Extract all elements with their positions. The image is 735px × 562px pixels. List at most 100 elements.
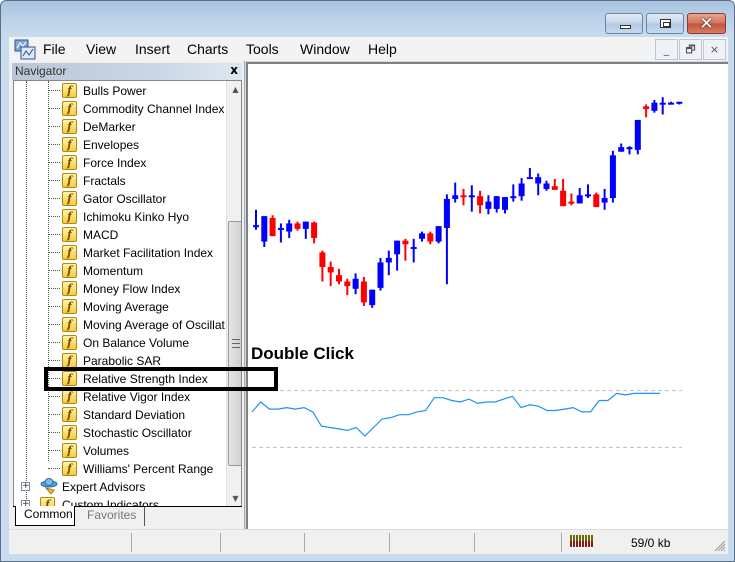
candle-body [626, 147, 633, 150]
navigator-scrollbar[interactable]: ▲ ▼ [226, 81, 241, 506]
indicator-item[interactable]: f Envelopes [14, 136, 224, 154]
indicator-item[interactable]: f Volumes [14, 442, 224, 460]
indicator-item[interactable]: f On Balance Volume [14, 334, 224, 352]
indicator-item[interactable]: f Moving Average [14, 298, 224, 316]
status-divider [304, 533, 305, 552]
tree-connector [48, 288, 60, 289]
candle-body [593, 194, 600, 208]
candle-body [269, 217, 276, 237]
tree-group-expert-advisors[interactable]: + Expert Advisors [14, 478, 224, 496]
maximize-button[interactable] [646, 13, 684, 34]
title-bar[interactable]: ✕ [1, 1, 734, 37]
indicator-item[interactable]: f Bulls Power [14, 82, 224, 100]
indicator-item[interactable]: f Force Index [14, 154, 224, 172]
candle-body [651, 102, 658, 111]
chart-window[interactable] [246, 62, 728, 529]
candle-body [618, 147, 625, 152]
candle-body [344, 281, 351, 287]
indicator-item[interactable]: f Gator Oscillator [14, 190, 224, 208]
minimize-icon: _ [663, 43, 670, 56]
candle-body [518, 183, 525, 197]
menu-file[interactable]: File [43, 41, 66, 57]
menu-charts[interactable]: Charts [187, 41, 228, 57]
indicator-function-icon: f [62, 263, 77, 278]
indicator-function-icon: f [62, 191, 77, 206]
candle-body [360, 281, 367, 303]
indicator-item[interactable]: f Stochastic Oscillator [14, 424, 224, 442]
navigator-title: Navigator [15, 64, 67, 78]
candle-body [452, 195, 459, 199]
candle-body [286, 223, 293, 232]
candle [311, 221, 318, 244]
indicator-item[interactable]: f Commodity Channel Index [14, 100, 224, 118]
menu-help[interactable]: Help [368, 41, 397, 57]
candle [443, 194, 450, 285]
candle-body [659, 102, 666, 105]
indicator-item[interactable]: f Fractals [14, 172, 224, 190]
tree-connector [48, 360, 60, 361]
tab-common[interactable]: Common [15, 506, 75, 526]
tab-favorites[interactable]: Favorites [79, 507, 146, 526]
scroll-up-icon[interactable]: ▲ [227, 81, 241, 98]
status-divider [220, 533, 221, 552]
expand-icon[interactable]: + [21, 482, 30, 491]
close-button[interactable]: ✕ [687, 13, 726, 34]
minimize-button[interactable] [605, 13, 643, 34]
indicator-item[interactable]: f Standard Deviation [14, 406, 224, 424]
indicator-item[interactable]: f Williams' Percent Range [14, 460, 224, 478]
indicator-label: On Balance Volume [83, 336, 190, 350]
candle-body [551, 186, 558, 190]
indicator-item[interactable]: f Moving Average of Oscillat [14, 316, 225, 334]
price-chart[interactable] [248, 64, 728, 529]
indicator-item[interactable]: f DeMarker [14, 118, 224, 136]
menu-tools[interactable]: Tools [246, 41, 279, 57]
candle-body [427, 233, 434, 242]
indicator-item[interactable]: f Money Flow Index [14, 280, 224, 298]
mdi-minimize-button[interactable]: _ [655, 39, 678, 60]
candle [294, 221, 301, 231]
indicator-label: Moving Average of Oscillat [83, 318, 225, 332]
navigator-close-button[interactable]: x [230, 63, 238, 77]
candle [568, 193, 575, 206]
terminal-window: ✕ File View Insert Charts Tools Window H… [0, 0, 735, 562]
candle-body [535, 177, 542, 184]
tree-connector [48, 306, 60, 307]
menu-view[interactable]: View [86, 41, 116, 57]
navigator-panel: Navigator x f Bulls Power f Commodity Chann… [9, 61, 245, 529]
indicator-label: Standard Deviation [83, 408, 186, 422]
indicator-item[interactable]: f Momentum [14, 262, 224, 280]
menu-window[interactable]: Window [300, 41, 350, 57]
candle [651, 99, 658, 113]
resize-grip-icon[interactable] [714, 540, 726, 552]
mdi-close-button[interactable]: × [703, 39, 726, 60]
tree-connector [48, 144, 60, 145]
indicator-item[interactable]: f Market Facilitation Index [14, 244, 224, 262]
candle [485, 195, 492, 215]
candle-body [402, 240, 409, 245]
indicator-function-icon: f [62, 443, 77, 458]
candle [253, 209, 259, 230]
indicator-item[interactable]: f Ichimoku Kinko Hyo [14, 208, 224, 226]
indicator-label: Market Facilitation Index [83, 246, 214, 260]
scrollbar-thumb[interactable] [228, 221, 241, 466]
indicator-function-icon: f [62, 119, 77, 134]
indicator-function-icon: f [62, 335, 77, 350]
mdi-restore-button[interactable]: 🗗 [679, 39, 702, 60]
tree-group-custom-indicators[interactable]: + f Custom Indicators [14, 496, 224, 506]
candle-body [493, 196, 500, 209]
indicator-item[interactable]: f MACD [14, 226, 224, 244]
candle [344, 278, 351, 296]
indicator-function-icon: f [62, 137, 77, 152]
tree-connector [48, 216, 60, 217]
connection-status-icon [570, 535, 593, 547]
candle-body [311, 222, 318, 238]
tree-group-label: Custom Indicators [62, 498, 159, 506]
tree-connector [48, 450, 60, 451]
candle [535, 173, 542, 196]
menu-insert[interactable]: Insert [135, 41, 170, 57]
indicator-label: Volumes [83, 444, 130, 458]
candle [435, 226, 442, 244]
candle [643, 104, 650, 118]
candle-body [609, 155, 616, 198]
scroll-down-icon[interactable]: ▼ [227, 490, 241, 506]
